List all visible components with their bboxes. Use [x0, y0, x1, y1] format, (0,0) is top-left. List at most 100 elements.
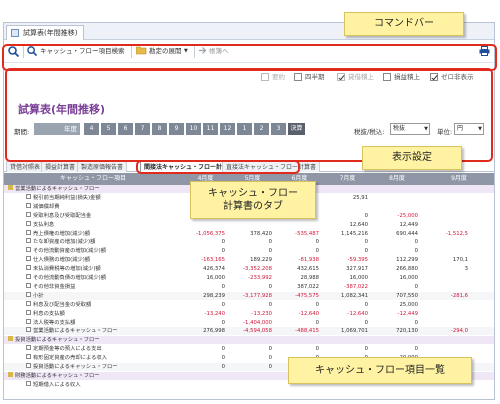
expand-box-icon[interactable] [26, 300, 31, 306]
table-row[interactable]: 法人税等の支払額 0 -1,404,000 0 0 0 [4, 318, 494, 327]
amount-cell [323, 336, 368, 344]
amount-cell: 28,988 [300, 275, 319, 281]
amount-cell: -3,352,208 [243, 266, 272, 273]
table-row[interactable]: 売上債権の増加(減少)額 -1,056,375 378,420 -535,487 1,1… [4, 229, 494, 238]
section-row[interactable]: 投資活動によるキャッシュ・フロー [4, 336, 494, 345]
expand-box-icon[interactable] [26, 265, 31, 271]
cf-item-label: 有形固定資産の売却による収入 [33, 355, 107, 362]
table-row[interactable]: 仕入債務の増加(減少)額 -163,165 189,229 -81,938 -59,39… [4, 256, 494, 264]
amount-cell [323, 203, 368, 211]
document-tab[interactable]: 試算表(年間推移) [6, 25, 85, 40]
cf-item-label-cell: 投資活動によるキャッシュ・フロー [4, 336, 182, 344]
cf-item-label-cell: その他流動負債の増加(減少)額 [4, 274, 182, 282]
amount-cell: 170,1 [452, 257, 468, 264]
amount-cell: 0 [221, 364, 225, 370]
amount-cell: -535,487 [295, 230, 319, 237]
amount-cell [422, 301, 468, 309]
subtotal-row[interactable]: 営業活動によるキャッシュ・フロー 276,998 -4,594,058 -488,41… [4, 327, 494, 336]
cf-item-label: その他非資金損益 [33, 283, 76, 290]
cf-item-label-cell: 有形固定資産の売却による収入 [4, 354, 182, 362]
table-row[interactable]: その他流動資産の増加(減少)額 0 0 0 0 0 [4, 247, 494, 255]
cf-item-label: 税引前当期純利益(損失)金額 [33, 194, 101, 201]
cf-item-label-cell: 小計 [4, 291, 182, 300]
expand-box-icon[interactable] [26, 274, 31, 279]
expand-box-icon[interactable] [26, 238, 31, 244]
expand-box-icon[interactable] [26, 318, 31, 324]
expand-box-icon[interactable] [26, 193, 31, 199]
expand-box-icon[interactable] [26, 211, 31, 217]
cf-item-label: 短期借入による収入 [33, 381, 81, 388]
cf-item-label-cell: 支払利息 [4, 220, 182, 229]
table-row[interactable]: 定期預金等の預入による支出 0 0 0 0 0 [4, 345, 494, 353]
table-row[interactable]: 未払消費税等の増加(減少)額 426,374 -3,352,208 432,615 32… [4, 265, 494, 273]
expand-box-icon[interactable] [26, 363, 31, 368]
cf-item-label: 減価償却費 [33, 203, 60, 210]
document-tab-label: 試算表(年間推移) [23, 29, 78, 37]
amount-cell: 426,374 [203, 266, 225, 273]
statement-tab-1[interactable]: 貸借対照表 [6, 161, 45, 172]
table-row[interactable]: その他流動負債の増加(減少)額 16,000 -233,992 28,988 16,00… [4, 274, 494, 282]
cf-item-label: 未払消費税等の増加(減少)額 [33, 266, 101, 273]
table-row[interactable]: その他非資金損益 0 0 387,022 -387,022 0 [4, 282, 494, 291]
table-row[interactable]: たな卸資産の増加(減少)額 0 0 0 0 0 [4, 238, 494, 246]
cf-item-label-cell: 営業活動によるキャッシュ・フロー [4, 185, 182, 193]
amount-cell [229, 336, 272, 344]
amount-cell: 0 [221, 346, 225, 353]
amount-cell: 0 [268, 248, 272, 255]
statement-tab-2[interactable]: 損益計算書 [41, 161, 80, 172]
cf-item-label: 小計 [33, 292, 44, 299]
expand-box-icon[interactable] [26, 309, 31, 315]
expand-box-icon[interactable] [26, 202, 31, 208]
amount-cell: 0 [364, 239, 368, 246]
column-header-5: 8月度 [389, 175, 405, 182]
cf-item-label-cell: 税引前当期純利益(損失)金額 [4, 193, 182, 202]
expand-box-icon[interactable] [26, 256, 31, 262]
amount-cell: 0 [268, 346, 272, 353]
subtotal-row[interactable]: 小計 298,239 -3,177,928 -475,575 1,082,341 707,… [4, 291, 494, 300]
amount-cell: -233,992 [248, 275, 272, 281]
expand-box-icon[interactable] [26, 354, 31, 360]
amount-cell: -387,022 [344, 283, 368, 290]
expand-box-icon[interactable] [26, 247, 31, 253]
cf-item-label-cell: たな卸資産の増加(減少)額 [4, 238, 182, 246]
table-row[interactable]: 利息及び配当金の受取額 0 0 0 0 25,000 [4, 300, 494, 309]
expand-box-icon[interactable] [26, 282, 31, 288]
expand-box-icon[interactable] [26, 229, 31, 235]
expand-box-icon[interactable] [26, 220, 31, 226]
amount-cell [422, 274, 468, 282]
cf-item-label: 財務活動によるキャッシュ・フロー [15, 372, 100, 379]
amount-cell: 0 [315, 301, 319, 308]
amount-cell [182, 221, 225, 229]
amount-cell: -163,165 [201, 257, 225, 264]
amount-cell: 112,299 [396, 257, 418, 264]
cf-item-label: 法人税等の支払額 [33, 319, 76, 326]
amount-cell [422, 185, 468, 193]
amount-cell: 0 [364, 319, 368, 326]
amount-cell: -12,449 [397, 310, 418, 317]
amount-cell: 0 [315, 248, 319, 255]
amount-cell: 707,550 [396, 292, 418, 299]
amount-cell: 1,069,701 [341, 328, 368, 335]
amount-cell: 0 [364, 248, 368, 255]
amount-cell [422, 221, 468, 229]
statement-tab-3[interactable]: 製造原価報告書 [77, 161, 128, 172]
cf-tab-callout: キャッシュ・フロー 計算書のタブ [190, 181, 316, 219]
amount-cell: 0 [315, 346, 319, 353]
cf-item-label-cell: その他流動資産の増加(減少)額 [4, 247, 182, 255]
amount-cell [372, 336, 418, 344]
amount-cell: 0 [268, 364, 272, 370]
amount-cell: -12,640 [347, 310, 368, 317]
expand-box-icon[interactable] [26, 345, 31, 351]
amount-cell: 189,229 [250, 257, 272, 264]
expand-box-icon[interactable] [26, 327, 31, 333]
amount-cell: 690,444 [396, 230, 418, 237]
amount-cell: -1,512,5 [445, 230, 468, 237]
table-row[interactable]: 支払利息 12,640 12,449 [4, 220, 494, 229]
table-row[interactable]: 利息の支払額 -13,240 -13,230 -12,640 -12,640 -12,44… [4, 309, 494, 318]
expand-box-icon[interactable] [26, 380, 31, 386]
amount-cell [229, 221, 272, 229]
cf-tab-highlight [136, 160, 300, 174]
amount-cell: -13,240 [204, 310, 225, 317]
amount-cell: 25,000 [399, 301, 418, 308]
expand-box-icon[interactable] [26, 291, 31, 297]
